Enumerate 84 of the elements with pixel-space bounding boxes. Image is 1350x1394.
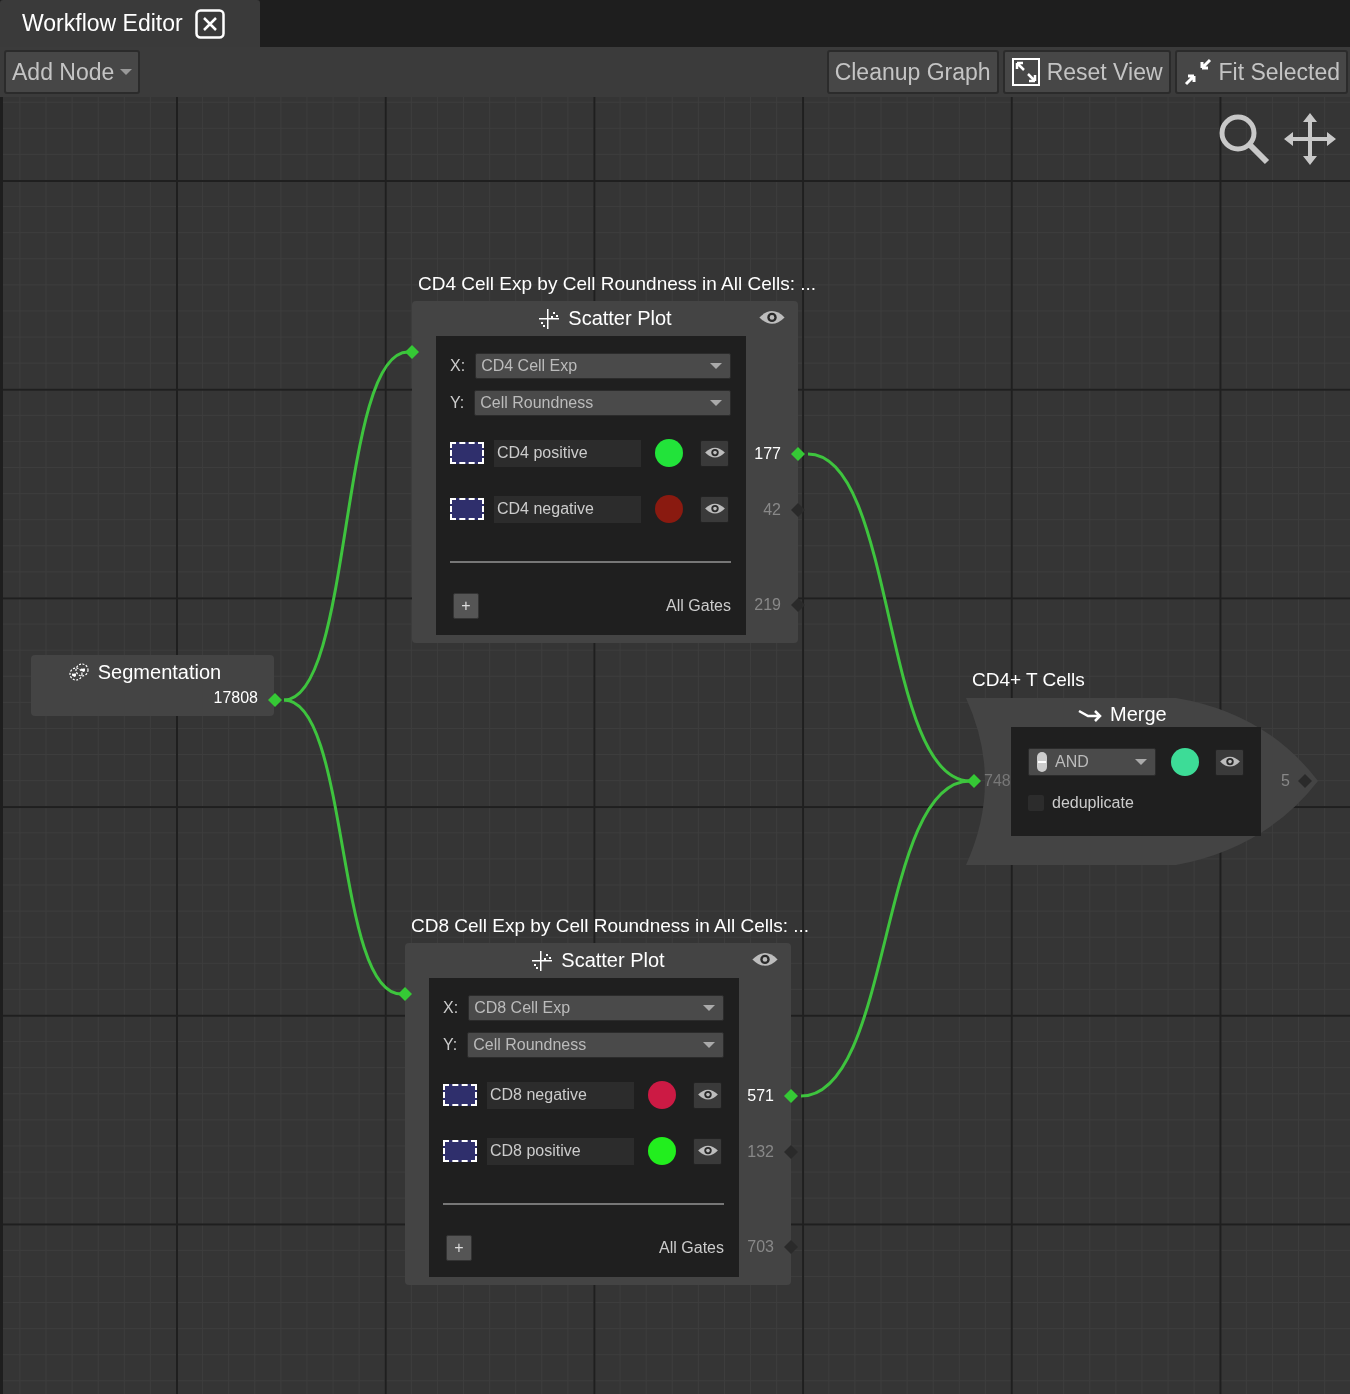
axis-label: X: bbox=[450, 357, 466, 375]
total-count: 703 bbox=[747, 1238, 774, 1256]
scatter-plot-icon bbox=[538, 308, 561, 329]
axis-dropdown[interactable]: CD8 Cell Exp bbox=[468, 995, 724, 1021]
caret-icon bbox=[710, 399, 722, 407]
node-title: CD4+ T Cells bbox=[971, 668, 1086, 692]
caret-icon bbox=[1135, 758, 1147, 766]
close-icon[interactable] bbox=[194, 8, 225, 39]
eye-icon bbox=[703, 446, 726, 460]
node-type: Segmentation bbox=[97, 660, 222, 684]
visibility-icon bbox=[751, 951, 779, 968]
output-count: 5 bbox=[1281, 772, 1290, 790]
node-type: Scatter Plot bbox=[568, 307, 672, 330]
node-card[interactable]: Segmentation 17808 bbox=[31, 655, 274, 716]
output-count: 17808 bbox=[213, 689, 258, 707]
caret-icon bbox=[703, 1004, 715, 1012]
gate-count: 132 bbox=[747, 1143, 774, 1161]
axis-dropdown[interactable]: Cell Roundness bbox=[467, 1032, 724, 1058]
caret-icon bbox=[120, 68, 133, 76]
gate-swatch bbox=[443, 1084, 477, 1106]
connection-port[interactable] bbox=[784, 1089, 798, 1103]
move-icon[interactable] bbox=[1284, 113, 1336, 165]
gate-count: 177 bbox=[754, 445, 781, 463]
gate-color-dot[interactable] bbox=[655, 439, 683, 467]
gate-count: 42 bbox=[763, 501, 781, 519]
visibility-button[interactable] bbox=[693, 1137, 722, 1165]
gate-swatch bbox=[443, 1140, 477, 1162]
gate-name-field[interactable]: CD8 positive bbox=[487, 1137, 634, 1165]
axis-label: Y: bbox=[450, 394, 465, 412]
gate-name-field[interactable]: CD8 negative bbox=[487, 1081, 634, 1109]
toolbar-button[interactable]: Reset View bbox=[1002, 50, 1171, 94]
gate-color-dot[interactable] bbox=[655, 495, 683, 523]
mode-dropdown[interactable]: AND bbox=[1028, 748, 1156, 776]
connection-port[interactable] bbox=[268, 693, 282, 707]
editor-tab[interactable]: Workflow Editor bbox=[0, 0, 260, 47]
node-card[interactable]: Scatter Plot X: CD4 Cell Exp Y: Cell Roundness CD4 positive CD4 negative + All Gates 177 42 219 bbox=[412, 301, 798, 643]
visibility-button[interactable] bbox=[700, 495, 729, 523]
scatter-plot-icon bbox=[531, 950, 554, 971]
toolbar-button[interactable]: Fit Selected bbox=[1174, 50, 1348, 94]
expand-icon bbox=[1010, 57, 1041, 87]
total-count: 219 bbox=[754, 596, 781, 614]
add-gate-button[interactable]: + bbox=[453, 593, 479, 619]
eye-icon bbox=[696, 1144, 719, 1158]
all-gates-label: All Gates bbox=[659, 1239, 724, 1257]
visibility-button[interactable] bbox=[1215, 748, 1244, 776]
merge-color-dot[interactable] bbox=[1171, 748, 1199, 776]
axis-label: X: bbox=[443, 999, 459, 1017]
add-node-dropdown[interactable]: Add Node bbox=[4, 50, 141, 94]
eye-icon bbox=[1218, 755, 1241, 769]
connection-port[interactable] bbox=[967, 774, 981, 788]
connection-port[interactable] bbox=[398, 987, 412, 1001]
toggle-icon bbox=[1037, 752, 1047, 772]
caret-icon bbox=[703, 1041, 715, 1049]
gate-color-dot[interactable] bbox=[648, 1137, 676, 1165]
eye-icon bbox=[696, 1088, 719, 1102]
all-gates-label: All Gates bbox=[666, 597, 731, 615]
gate-name-field[interactable]: CD4 positive bbox=[494, 439, 641, 467]
gate-swatch bbox=[450, 442, 484, 464]
axis-label: Y: bbox=[443, 1036, 458, 1054]
node-title: CD8 Cell Exp by Cell Roundness in All Cells: ... bbox=[410, 914, 810, 938]
node-title: CD4 Cell Exp by Cell Roundness in All Cells: ... bbox=[417, 272, 817, 296]
cells-icon bbox=[67, 662, 90, 682]
search-icon[interactable] bbox=[1218, 113, 1270, 165]
gate-color-dot[interactable] bbox=[648, 1081, 676, 1109]
node-card[interactable]: Scatter Plot X: CD8 Cell Exp Y: Cell Roundness CD8 negative CD8 positive + All Gates 571 132 703 bbox=[405, 943, 791, 1285]
axis-dropdown[interactable]: Cell Roundness bbox=[474, 390, 731, 416]
connection-port[interactable] bbox=[405, 345, 419, 359]
connection-port[interactable] bbox=[791, 447, 805, 461]
eye-icon bbox=[703, 502, 726, 516]
caret-icon bbox=[710, 362, 722, 370]
merge-arrow-icon bbox=[1078, 707, 1102, 722]
visibility-button[interactable] bbox=[693, 1081, 722, 1109]
add-gate-button[interactable]: + bbox=[446, 1235, 472, 1261]
node-type: Scatter Plot bbox=[561, 949, 665, 972]
gate-count: 571 bbox=[747, 1087, 774, 1105]
node-type: Merge bbox=[1110, 703, 1167, 726]
shrink-icon bbox=[1182, 57, 1213, 87]
axis-dropdown[interactable]: CD4 Cell Exp bbox=[475, 353, 731, 379]
visibility-button[interactable] bbox=[700, 439, 729, 467]
checkbox-label: deduplicate bbox=[1052, 794, 1134, 812]
gate-swatch bbox=[450, 498, 484, 520]
visibility-icon bbox=[758, 309, 786, 326]
toolbar-button[interactable]: Cleanup Graph bbox=[826, 50, 999, 94]
gate-name-field[interactable]: CD4 negative bbox=[494, 495, 641, 523]
